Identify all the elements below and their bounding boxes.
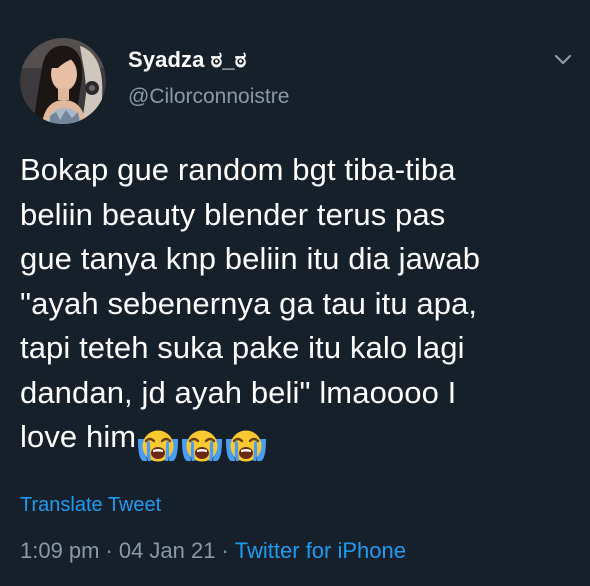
- tweet-text-line: tapi teteh suka pake itu kalo lagi: [20, 330, 465, 365]
- tweet-text-line: gue tanya knp beliin itu dia jawab: [20, 241, 481, 276]
- tweet-text-line: "ayah sebenernya ga tau itu apa,: [20, 285, 478, 321]
- author-handle[interactable]: @Cilorconnoistre: [128, 85, 289, 109]
- tweet-text-last-line: love him: [20, 415, 580, 467]
- tweet-text: Bokap gue random bgt tiba-tiba beliin be…: [20, 148, 580, 467]
- translate-tweet-link[interactable]: Translate Tweet: [20, 494, 161, 517]
- tweet-card: Syadza ಠ_ಠ @Cilorconnoistre Bokap gue ra…: [0, 0, 590, 586]
- avatar[interactable]: [20, 38, 106, 124]
- emoji-row: [137, 422, 269, 467]
- tweet-text-line: love him: [20, 419, 137, 454]
- author-display-name[interactable]: Syadza ಠ_ಠ: [128, 47, 246, 73]
- tweet-meta: 1:09 pm · 04 Jan 21 · Twitter for iPhone: [20, 538, 406, 564]
- avatar-photo-icon: [20, 38, 106, 124]
- loudly-crying-face-icon: [226, 430, 267, 462]
- meta-separator: ·: [221, 538, 229, 563]
- loudly-crying-face-icon: [138, 430, 179, 462]
- tweet-text-line: dandan, jd ayah beli" lmaoooo I: [20, 374, 457, 410]
- tweet-text-line: beliin beauty blender terus pas: [20, 196, 446, 232]
- loudly-crying-face-icon: [182, 430, 223, 462]
- tweet-source-link[interactable]: Twitter for iPhone: [235, 538, 406, 563]
- tweet-date[interactable]: 04 Jan 21: [119, 538, 216, 563]
- meta-separator: ·: [105, 538, 113, 563]
- tweet-text-line: Bokap gue random bgt tiba-tiba: [20, 152, 456, 187]
- chevron-down-icon[interactable]: [553, 52, 573, 68]
- tweet-time[interactable]: 1:09 pm: [20, 538, 100, 563]
